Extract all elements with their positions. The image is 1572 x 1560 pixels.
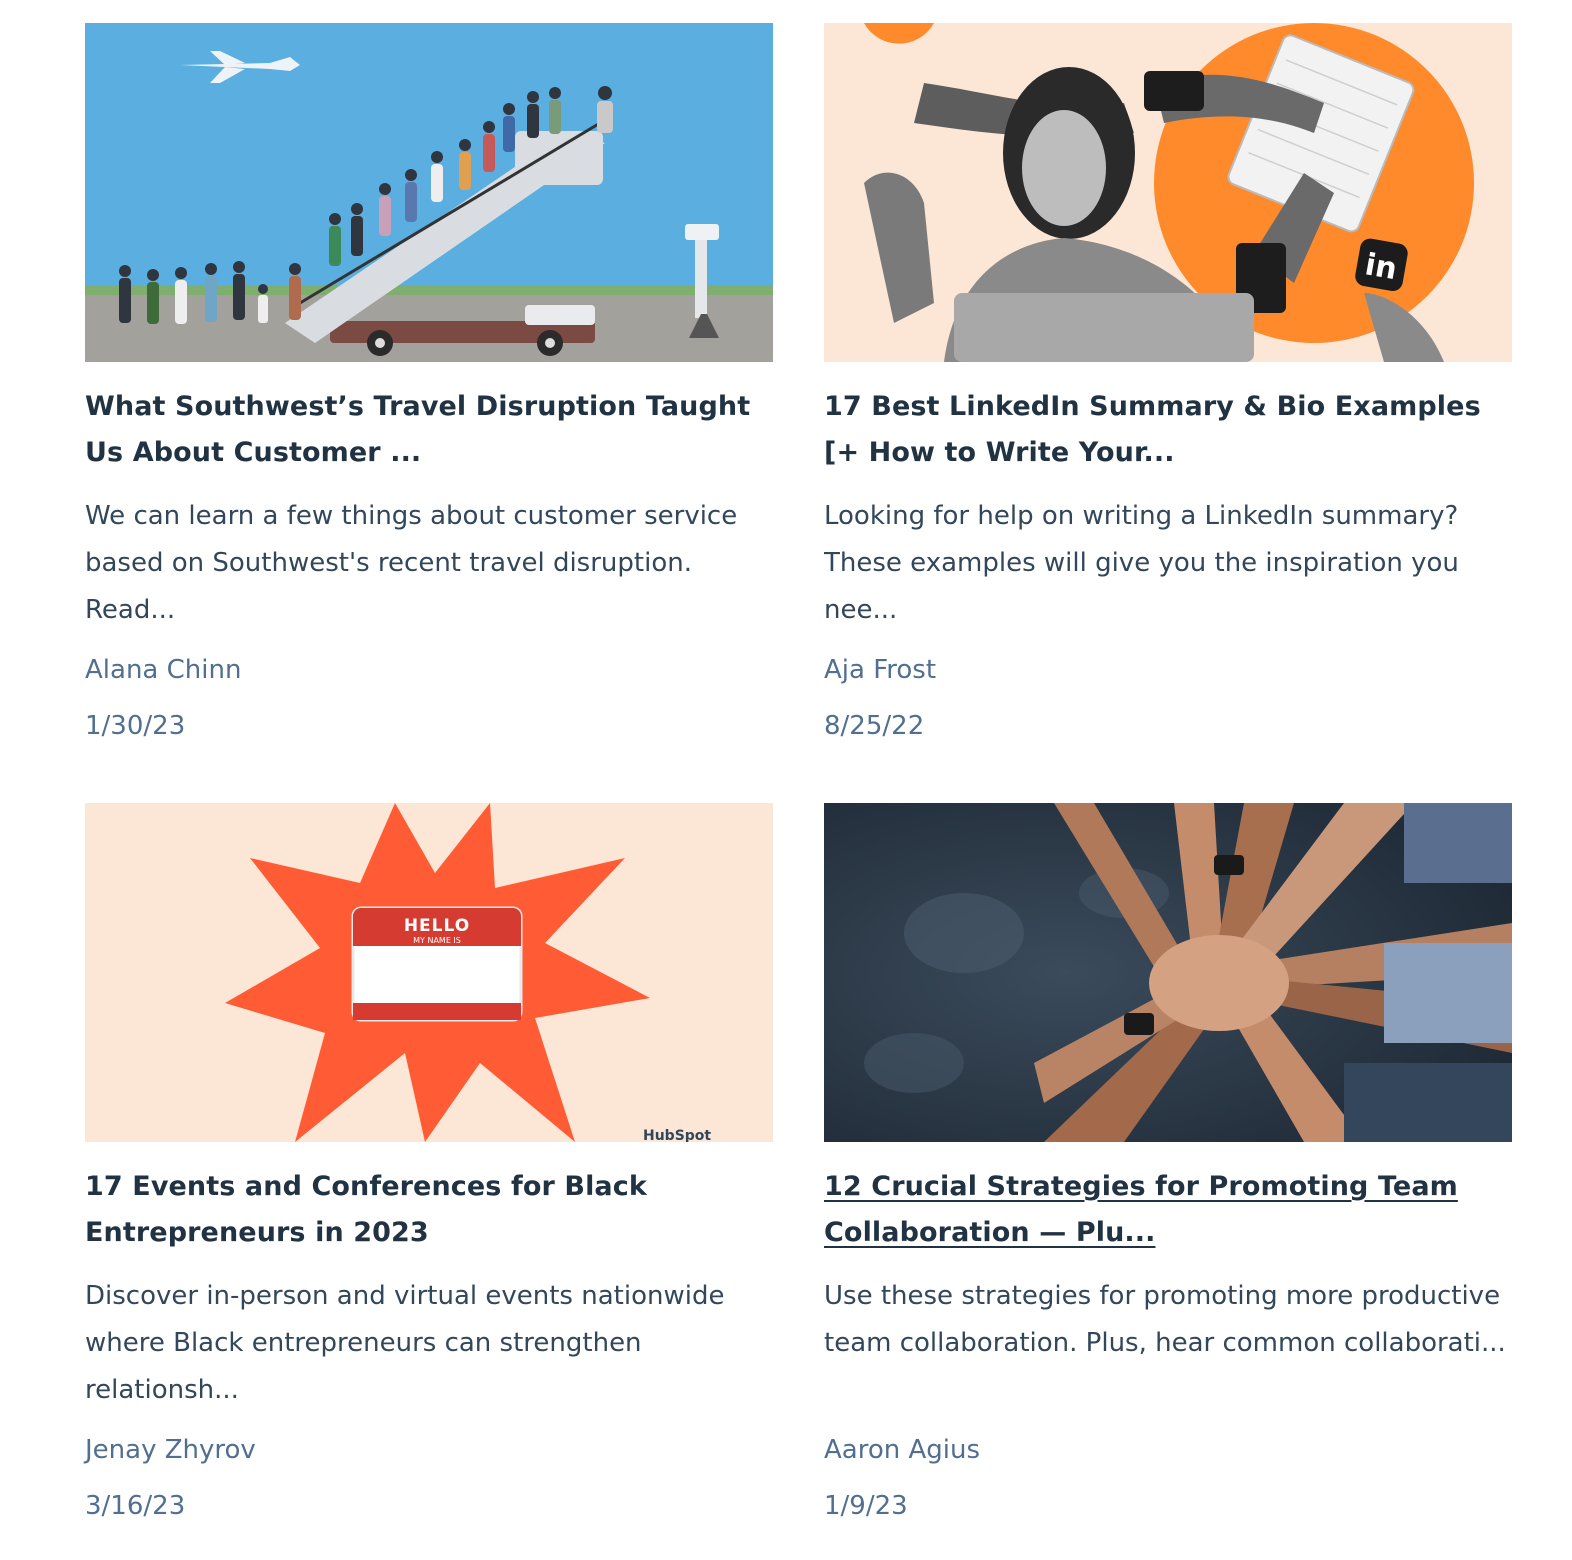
post-title-link[interactable]: What Southwest’s Travel Disruption Taugh…: [85, 384, 773, 476]
post-title-link[interactable]: 17 Best LinkedIn Summary & Bio Examples …: [824, 384, 1512, 476]
post-thumbnail-link[interactable]: in: [824, 23, 1512, 362]
post-description: Use these strategies for promoting more …: [824, 1281, 1506, 1358]
post-card: What Southwest’s Travel Disruption Taugh…: [85, 23, 773, 744]
post-title-link[interactable]: 17 Events and Conferences for Black Entr…: [85, 1164, 773, 1256]
post-date: 3/16/23: [85, 1491, 186, 1521]
post-card: HELLO MY NAME IS HubSpot 17 Events and C…: [85, 803, 773, 1524]
hubspot-logo: HubSpot: [643, 1128, 711, 1142]
linkedin-multitask-collage: in: [824, 23, 1512, 362]
post-author-link[interactable]: Alana Chinn: [85, 652, 773, 688]
hello-name-tag-illustration: HELLO MY NAME IS HubSpot: [85, 803, 773, 1142]
post-description: Discover in-person and virtual events na…: [85, 1281, 725, 1405]
svg-text:MY NAME IS: MY NAME IS: [413, 936, 461, 945]
post-author-link[interactable]: Aja Frost: [824, 652, 1512, 688]
post-date: 8/25/22: [824, 711, 925, 741]
blog-post-grid: What Southwest’s Travel Disruption Taugh…: [0, 0, 1572, 1560]
post-description: We can learn a few things about customer…: [85, 501, 738, 625]
post-thumbnail-link[interactable]: HELLO MY NAME IS HubSpot: [85, 803, 773, 1142]
post-author-link[interactable]: Jenay Zhyrov: [85, 1432, 773, 1468]
team-hands-stacked-photo: [824, 803, 1512, 1142]
post-thumbnail-link[interactable]: [85, 23, 773, 362]
post-title-link[interactable]: 12 Crucial Strategies for Promoting Team…: [824, 1164, 1512, 1256]
post-date: 1/30/23: [85, 711, 186, 741]
airplane-boarding-illustration: [85, 23, 773, 362]
post-card: 12 Crucial Strategies for Promoting Team…: [824, 803, 1512, 1524]
post-thumbnail-link[interactable]: [824, 803, 1512, 1142]
post-card: in 17 Best LinkedIn Summary & Bio Exampl…: [824, 23, 1512, 744]
post-description: Looking for help on writing a LinkedIn s…: [824, 501, 1459, 625]
post-date: 1/9/23: [824, 1491, 908, 1521]
post-author-link[interactable]: Aaron Agius: [824, 1432, 1512, 1468]
name-tag: HELLO MY NAME IS: [351, 906, 523, 1022]
svg-text:HELLO: HELLO: [404, 916, 470, 936]
linkedin-icon: in: [1362, 247, 1399, 287]
